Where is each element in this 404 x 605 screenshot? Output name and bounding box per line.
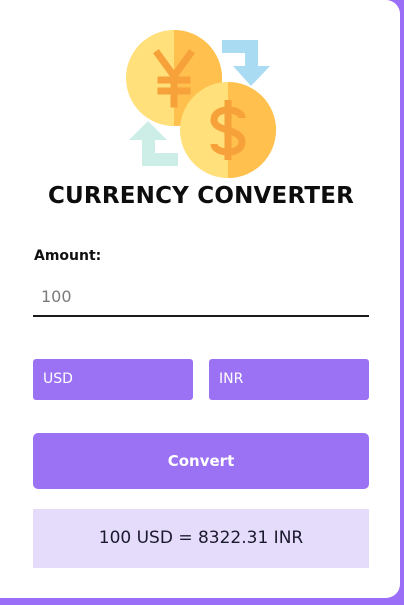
to-currency-select[interactable]: INR — [209, 359, 369, 400]
currency-exchange-icon — [120, 24, 282, 182]
page-title: CURRENCY CONVERTER — [47, 183, 355, 209]
exchange-arrow-icon — [129, 121, 178, 166]
conversion-result: 100 USD = 8322.31 INR — [33, 509, 369, 568]
dollar-coin-icon — [180, 82, 276, 178]
convert-button[interactable]: Convert — [33, 433, 369, 489]
exchange-arrow-icon — [222, 40, 270, 86]
amount-input[interactable] — [33, 277, 369, 317]
converter-card: CURRENCY CONVERTER Amount: USD INR Conve… — [0, 0, 400, 598]
from-currency-select[interactable]: USD — [33, 359, 193, 400]
amount-label: Amount: — [34, 248, 102, 264]
